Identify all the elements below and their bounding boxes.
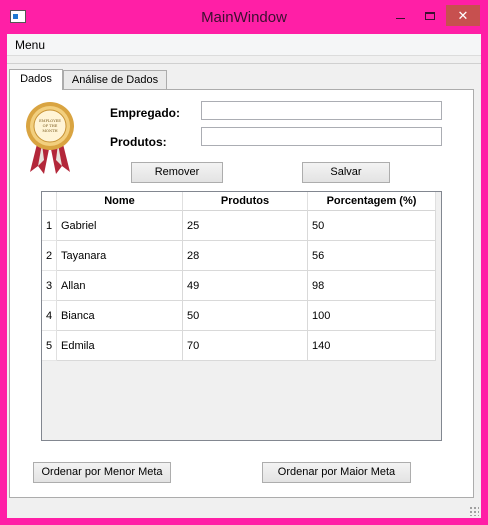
- column-header-produtos[interactable]: Produtos: [183, 192, 308, 211]
- row-header[interactable]: 2: [42, 241, 57, 271]
- tab-panel-dados: EMPLOYEE OF THE MONTH Empregado: Produto…: [9, 89, 474, 498]
- table-cell-porcentagem[interactable]: 50: [308, 211, 436, 241]
- main-window: MainWindow ✕ Menu Dados Análise de Dados…: [0, 0, 488, 525]
- table-cell-porcentagem[interactable]: 100: [308, 301, 436, 331]
- remover-button[interactable]: Remover: [131, 162, 223, 183]
- resize-grip-icon[interactable]: [469, 506, 479, 516]
- client-area: Menu Dados Análise de Dados EMPLOYEE OF …: [7, 34, 481, 518]
- produtos-label: Produtos:: [110, 135, 167, 149]
- table-cell-nome[interactable]: Allan: [57, 271, 183, 301]
- table-cell-nome[interactable]: Gabriel: [57, 211, 183, 241]
- row-header[interactable]: 3: [42, 271, 57, 301]
- table-cell-nome[interactable]: Edmila: [57, 331, 183, 361]
- table-cell-produtos[interactable]: 50: [183, 301, 308, 331]
- minimize-icon: [395, 18, 405, 19]
- table-cell-produtos[interactable]: 49: [183, 271, 308, 301]
- table-cell-nome[interactable]: Bianca: [57, 301, 183, 331]
- table-corner-button[interactable]: [42, 192, 57, 211]
- svg-text:MONTH: MONTH: [42, 129, 57, 133]
- table-cell-produtos[interactable]: 25: [183, 211, 308, 241]
- close-icon: ✕: [457, 8, 469, 23]
- row-header[interactable]: 1: [42, 211, 57, 241]
- ordenar-maior-meta-button[interactable]: Ordenar por Maior Meta: [262, 462, 411, 483]
- column-header-nome[interactable]: Nome: [57, 192, 183, 211]
- window-title: MainWindow: [201, 9, 287, 26]
- employees-table[interactable]: Nome Produtos Porcentagem (%) 1 Gabriel …: [41, 191, 442, 441]
- ordenar-menor-meta-button[interactable]: Ordenar por Menor Meta: [33, 462, 171, 483]
- tab-analise-de-dados[interactable]: Análise de Dados: [63, 70, 167, 90]
- table-cell-nome[interactable]: Tayanara: [57, 241, 183, 271]
- row-header[interactable]: 5: [42, 331, 57, 361]
- svg-text:OF THE: OF THE: [43, 124, 58, 128]
- svg-text:EMPLOYEE: EMPLOYEE: [39, 119, 61, 123]
- title-bar[interactable]: MainWindow ✕: [0, 0, 488, 34]
- empregado-input[interactable]: [201, 101, 442, 120]
- menu-item-menu[interactable]: Menu: [15, 38, 45, 52]
- tab-dados[interactable]: Dados: [9, 69, 63, 90]
- table-cell-porcentagem[interactable]: 98: [308, 271, 436, 301]
- maximize-icon: [425, 12, 435, 20]
- maximize-button[interactable]: [418, 6, 442, 28]
- close-button[interactable]: ✕: [446, 5, 480, 26]
- table-cell-porcentagem[interactable]: 56: [308, 241, 436, 271]
- empregado-label: Empregado:: [110, 106, 181, 120]
- column-header-porcentagem[interactable]: Porcentagem (%): [308, 192, 436, 211]
- salvar-button[interactable]: Salvar: [302, 162, 390, 183]
- minimize-button[interactable]: [388, 6, 412, 28]
- row-header[interactable]: 4: [42, 301, 57, 331]
- employee-of-the-month-medal-icon: EMPLOYEE OF THE MONTH: [26, 102, 74, 174]
- menu-bar: Menu: [7, 34, 481, 56]
- toolbar-strip: [7, 56, 481, 64]
- table-cell-produtos[interactable]: 70: [183, 331, 308, 361]
- table-cell-porcentagem[interactable]: 140: [308, 331, 436, 361]
- produtos-input[interactable]: [201, 127, 442, 146]
- table-cell-produtos[interactable]: 28: [183, 241, 308, 271]
